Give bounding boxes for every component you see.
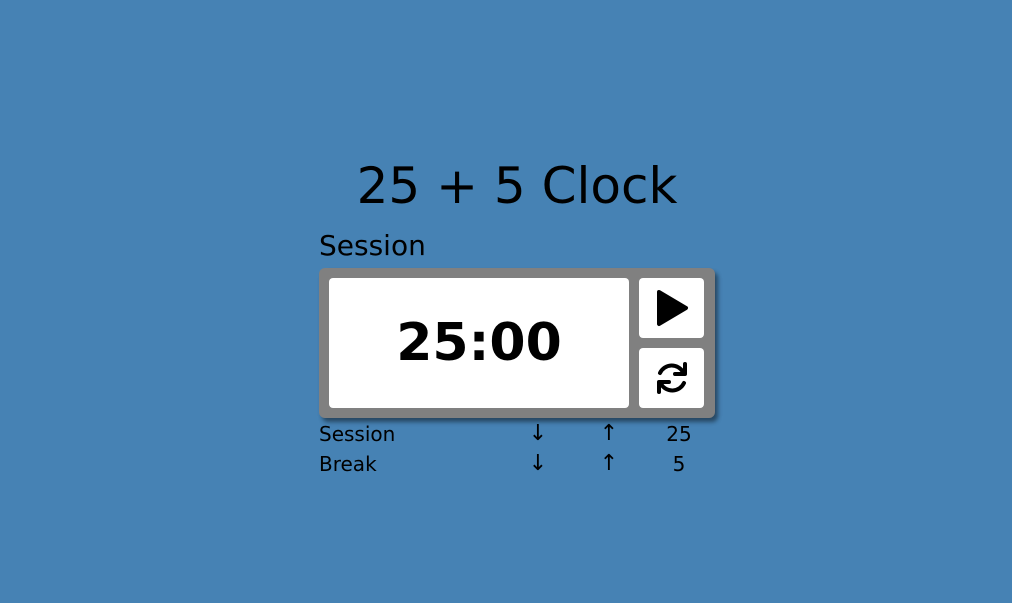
length-settings: Session ↓ ↑ 25 Break ↓ ↑ 5 [319, 421, 715, 481]
reset-button[interactable] [639, 348, 704, 408]
session-decrement-button[interactable]: ↓ [527, 421, 549, 447]
session-setting-row: Session ↓ ↑ 25 [319, 421, 715, 451]
session-increment-button[interactable]: ↑ [598, 421, 620, 447]
break-increment-button[interactable]: ↑ [598, 451, 620, 477]
break-setting-row: Break ↓ ↑ 5 [319, 451, 715, 481]
refresh-icon [656, 362, 687, 394]
break-label: Break [319, 452, 377, 476]
session-length-value: 25 [666, 422, 692, 446]
time-display: 25:00 [329, 278, 629, 408]
page-title: 25 + 5 Clock [356, 157, 678, 215]
break-length-value: 5 [672, 452, 686, 476]
play-icon [656, 290, 688, 326]
session-label: Session [319, 422, 396, 446]
timer-panel: 25:00 [319, 268, 715, 418]
timer-label: Session [319, 229, 426, 262]
start-stop-button[interactable] [639, 278, 704, 338]
break-decrement-button[interactable]: ↓ [527, 451, 549, 477]
